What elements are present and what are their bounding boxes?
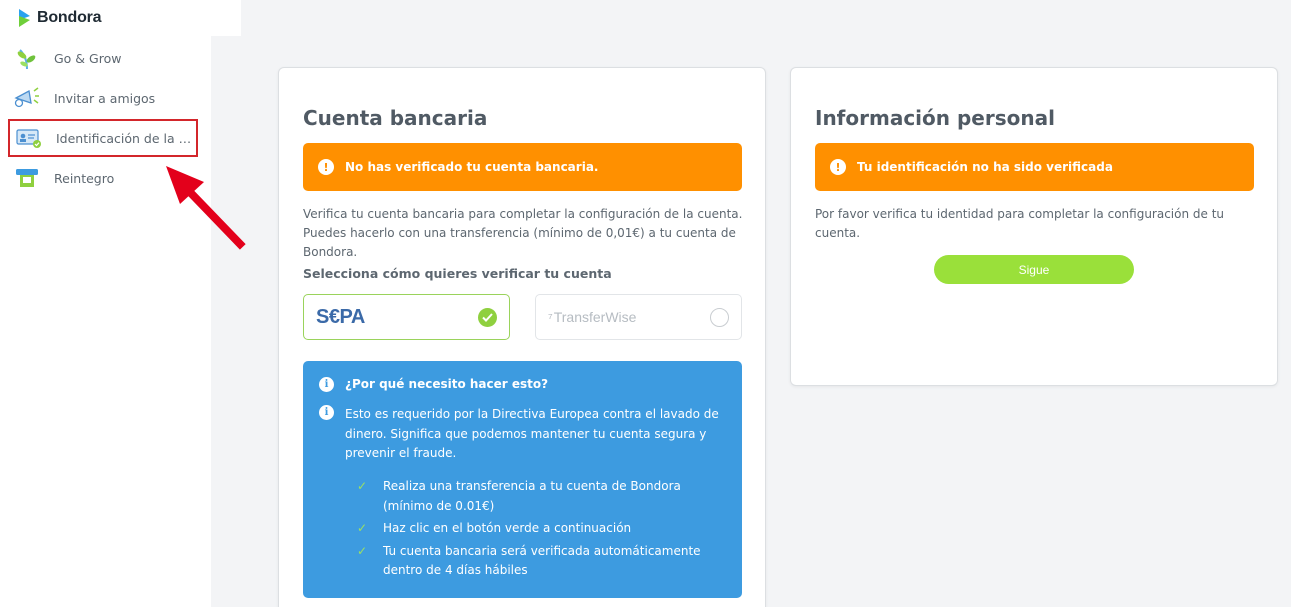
sidebar-item-label: Go & Grow — [54, 50, 122, 66]
info-icon: i — [319, 377, 334, 392]
annotation-arrow-icon — [166, 166, 246, 250]
transferwise-option[interactable]: ⁷TransferWise — [535, 294, 742, 340]
sidebar-item-invite-friends[interactable]: Invitar a amigos — [8, 79, 198, 117]
info-icon: i — [319, 405, 334, 420]
bondora-logo-icon — [19, 9, 30, 27]
personal-info-card: Información personal ! Tu identificación… — [790, 67, 1278, 386]
transferwise-logo: ⁷TransferWise — [548, 309, 637, 325]
sidebar-item-go-grow[interactable]: Go & Grow — [8, 39, 198, 77]
verify-method-label: Selecciona cómo quieres verificar tu cue… — [303, 266, 612, 281]
plant-icon — [12, 44, 42, 72]
personal-description: Por favor verifica tu identidad para com… — [815, 207, 1225, 240]
check-icon: ✓ — [357, 479, 368, 493]
bank-alert-text: No has verificado tu cuenta bancaria. — [345, 160, 599, 174]
personal-card-title: Información personal — [815, 106, 1055, 130]
sidebar-item-label: Invitar a amigos — [54, 90, 156, 106]
sidebar: Bondora Go & Grow Invitar a amigos Ident… — [0, 0, 211, 607]
header-strip — [211, 0, 241, 36]
list-item: ✓ Haz clic en el botón verde a continuac… — [357, 519, 727, 539]
info-question: ¿Por qué necesito hacer esto? — [345, 377, 549, 391]
bondora-logo[interactable]: Bondora — [18, 8, 102, 28]
id-card-icon — [14, 124, 44, 152]
continue-button[interactable]: Sigue — [934, 255, 1134, 284]
megaphone-icon — [12, 84, 42, 112]
brand-name: Bondora — [37, 9, 102, 26]
exclamation-icon: ! — [318, 159, 334, 175]
sepa-logo: S€PA — [316, 305, 365, 328]
bank-description: Verifica tu cuenta bancaria para complet… — [303, 207, 743, 259]
identity-alert-text: Tu identificación no ha sido verificada — [857, 160, 1113, 174]
info-box: i ¿Por qué necesito hacer esto? i Esto e… — [303, 361, 742, 598]
atm-icon — [12, 164, 42, 192]
sidebar-item-label: Identificación de la Cu... — [56, 130, 196, 146]
list-item: ✓ Tu cuenta bancaria será verificada aut… — [357, 542, 727, 581]
sidebar-item-label: Reintegro — [54, 170, 115, 186]
check-icon: ✓ — [357, 543, 368, 558]
bank-alert: ! No has verificado tu cuenta bancaria. — [303, 143, 742, 191]
bank-card-title: Cuenta bancaria — [303, 106, 488, 130]
info-question-row: i ¿Por qué necesito hacer esto? — [319, 377, 548, 392]
list-item: ✓ Realiza una transferencia a tu cuenta … — [357, 477, 727, 516]
radio-unselected-icon[interactable] — [710, 308, 729, 327]
selected-check-icon — [478, 308, 497, 327]
check-icon: ✓ — [357, 521, 368, 535]
exclamation-icon: ! — [830, 159, 846, 175]
transferwise-flag-icon: ⁷ — [548, 310, 553, 325]
steps-list: ✓ Realiza una transferencia a tu cuenta … — [357, 477, 727, 584]
info-explanation: Esto es requerido por la Directiva Europ… — [345, 407, 719, 460]
info-explanation-row: i Esto es requerido por la Directiva Eur… — [319, 405, 735, 464]
sidebar-item-identification[interactable]: Identificación de la Cu... — [8, 119, 198, 157]
bank-account-card: Cuenta bancaria ! No has verificado tu c… — [278, 67, 766, 607]
identity-alert: ! Tu identificación no ha sido verificad… — [815, 143, 1254, 191]
sepa-option[interactable]: S€PA — [303, 294, 510, 340]
